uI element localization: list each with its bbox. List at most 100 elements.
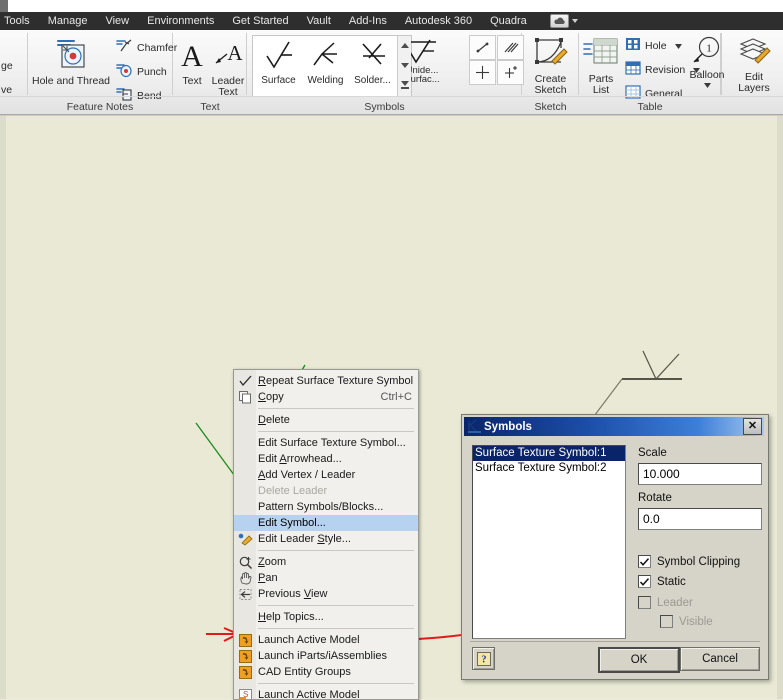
cancel-button[interactable]: Cancel [680, 647, 760, 671]
rotate-field[interactable] [638, 508, 762, 530]
svg-text:?: ? [481, 654, 486, 665]
menu-item-delete-leader: Delete Leader [234, 483, 418, 499]
visible-checkbox: Visible [660, 615, 713, 628]
leader-text-button[interactable]: A Leader Text [209, 38, 247, 99]
text-label: Text [175, 76, 209, 88]
menu-label: Repeat Surface Texture Symbol [258, 375, 413, 387]
menu-separator [258, 408, 414, 409]
menu-label: Copy [258, 391, 284, 403]
menu-item-view[interactable]: View [96, 12, 138, 30]
launch-orange-icon [237, 665, 254, 679]
chevron-down-icon[interactable] [685, 80, 729, 92]
menu-item-launch-active-model-2[interactable]: S Launch Active Model [234, 687, 418, 700]
create-sketch-button[interactable]: Create Sketch [524, 36, 577, 97]
revision-table-icon [625, 61, 641, 78]
dialog-title: Symbols [484, 421, 532, 433]
chevron-down-icon[interactable] [675, 40, 682, 52]
gallery-scrollbar[interactable] [397, 36, 411, 96]
symbols-listbox[interactable]: Surface Texture Symbol:1 Surface Texture… [472, 445, 626, 639]
menu-item-delete[interactable]: Delete [234, 412, 418, 428]
menu-item-environments[interactable]: Environments [138, 12, 223, 30]
solder-symbol-label: Solder... [349, 75, 396, 86]
menu-item-get-started[interactable]: Get Started [223, 12, 297, 30]
edit-layers-label: Edit Layers [731, 72, 777, 95]
leader-checkbox: Leader [638, 596, 693, 609]
symbols-dialog[interactable]: Symbols ✕ Surface Texture Symbol:1 Surfa… [461, 414, 769, 680]
balloon-button[interactable]: 1 Balloon [685, 36, 729, 92]
caret-down-icon[interactable] [572, 19, 578, 23]
menu-item-vault[interactable]: Vault [298, 12, 340, 30]
list-item[interactable]: Surface Texture Symbol:1 [473, 446, 625, 461]
close-icon[interactable]: ✕ [743, 418, 762, 435]
help-button[interactable]: ? [472, 647, 495, 670]
menu-item-pattern-symbols-blocks[interactable]: Pattern Symbols/Blocks... [234, 499, 418, 515]
checkbox-box [660, 615, 673, 628]
punch-button[interactable]: Punch [116, 63, 167, 80]
menu-item-quadra[interactable]: Quadra [481, 12, 536, 30]
menu-item-edit-surface-texture-symbol[interactable]: Edit Surface Texture Symbol... [234, 435, 418, 451]
menu-item-launch-iparts-iassemblies-1[interactable]: Launch iParts/iAssemblies [234, 648, 418, 664]
menu-bar: Tools Manage View Environments Get Start… [0, 12, 783, 30]
menu-label: Pattern Symbols/Blocks... [258, 501, 383, 513]
panel-label-bar [721, 96, 783, 114]
menu-item-autodesk-360[interactable]: Autodesk 360 [396, 12, 481, 30]
context-menu[interactable]: Repeat Surface Texture Symbol Copy Ctrl+… [233, 369, 419, 700]
menu-label: Edit Surface Texture Symbol... [258, 437, 406, 449]
menu-item-pan[interactable]: Pan [234, 570, 418, 586]
menu-item-help-topics[interactable]: Help Topics... [234, 609, 418, 625]
edit-layers-button[interactable]: Edit Layers [731, 36, 777, 95]
menu-item-tools[interactable]: Tools [0, 12, 39, 30]
dialog-title-bar[interactable]: Symbols ✕ [464, 417, 764, 436]
symbols-gallery[interactable]: Surface Welding Solder... [252, 35, 412, 97]
centerline-pattern-icon[interactable] [497, 60, 524, 85]
list-item[interactable]: Surface Texture Symbol:2 [473, 461, 625, 476]
menu-item-copy[interactable]: Copy Ctrl+C [234, 389, 418, 405]
ok-button[interactable]: OK [598, 647, 680, 673]
ribbon-panel-text: A Text A Leader Text Text [173, 30, 247, 114]
solder-symbol-item[interactable]: Solder... [349, 38, 396, 86]
menu-label: CAD Entity Groups [258, 666, 351, 678]
menu-item-add-ins[interactable]: Add-Ins [340, 12, 396, 30]
chamfer-icon [116, 39, 133, 56]
menu-item-launch-active-model-1[interactable]: Launch Active Model [234, 632, 418, 648]
menu-item-zoom[interactable]: Zoom [234, 554, 418, 570]
expand-gallery-icon[interactable] [398, 78, 411, 92]
scroll-down-icon[interactable] [398, 58, 411, 72]
menu-item-edit-leader-style[interactable]: Edit Leader Style... [234, 531, 418, 547]
checkbox-label: Leader [657, 597, 693, 609]
surface-symbol-item[interactable]: Surface [255, 38, 302, 86]
menu-item-edit-arrowhead[interactable]: Edit Arrowhead... [234, 451, 418, 467]
surface-texture-icon [261, 64, 297, 75]
menu-item-previous-view[interactable]: Previous View [234, 586, 418, 602]
symbol-clipping-checkbox[interactable]: Symbol Clipping [638, 555, 740, 568]
text-button[interactable]: A Text [175, 38, 209, 87]
feature-control-icon[interactable] [497, 35, 524, 60]
center-mark-icon[interactable] [469, 60, 496, 85]
menu-item-repeat-surface-texture-symbol[interactable]: Repeat Surface Texture Symbol [234, 373, 418, 389]
menu-item-manage[interactable]: Manage [39, 12, 97, 30]
parts-list-label: Parts List [581, 74, 621, 97]
datum-target-icon[interactable] [469, 35, 496, 60]
welding-symbol-item[interactable]: Welding [302, 38, 349, 86]
surface-symbol-label: Surface [255, 75, 302, 86]
panel-label-feature-notes: Feature Notes [27, 101, 173, 113]
ribbon-panel-symbols: Surface Welding Solder... [247, 30, 522, 114]
menu-item-cad-entity-groups[interactable]: CAD Entity Groups [234, 664, 418, 680]
checkbox-box [638, 575, 651, 588]
chamfer-button[interactable]: Chamfer [116, 39, 177, 56]
cloud-icon[interactable] [550, 14, 569, 28]
static-checkbox[interactable]: Static [638, 575, 686, 588]
svg-text:A: A [181, 40, 203, 73]
scale-field[interactable] [638, 463, 762, 485]
checkbox-box [638, 555, 651, 568]
scroll-up-icon[interactable] [398, 38, 411, 52]
menu-item-add-vertex-leader[interactable]: Add Vertex / Leader [234, 467, 418, 483]
hole-and-thread-button[interactable]: Hole and Thread [30, 38, 112, 87]
parts-list-button[interactable]: Parts List [581, 36, 621, 97]
zoom-icon [237, 555, 254, 569]
menu-label: Add Vertex / Leader [258, 469, 355, 481]
welding-icon [308, 64, 344, 75]
hole-table-button[interactable]: Hole [625, 37, 682, 54]
menu-label: Pan [258, 572, 278, 584]
menu-item-edit-symbol[interactable]: Edit Symbol... [234, 515, 418, 531]
